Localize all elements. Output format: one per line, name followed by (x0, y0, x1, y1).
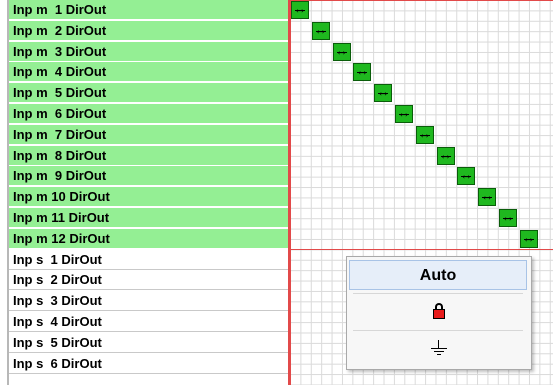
row-label[interactable]: Inp s 1 DirOut (9, 249, 288, 270)
crosspoint-connected[interactable] (519, 229, 538, 248)
row-label[interactable]: Inp s 3 DirOut (9, 291, 288, 312)
row-label[interactable]: Inp m 11 DirOut (9, 208, 288, 228)
row-label[interactable]: Inp s 5 DirOut (9, 332, 288, 353)
row-label[interactable]: Inp s 6 DirOut (9, 353, 288, 374)
ground-icon (429, 340, 449, 358)
popup-item-auto[interactable]: Auto (349, 260, 527, 290)
crosspoint-connected[interactable] (499, 208, 517, 227)
crosspoint-connected[interactable] (291, 0, 309, 19)
popup-item-lock[interactable] (349, 297, 527, 327)
crosspoint-connected[interactable] (353, 62, 372, 82)
row-label[interactable]: Inp m 3 DirOut (9, 41, 288, 62)
crosspoint-connected[interactable] (332, 42, 351, 61)
row-label[interactable]: Inp m 5 DirOut (9, 83, 288, 104)
row-label[interactable]: Inp m 2 DirOut (9, 20, 288, 41)
popup-item-auto-label: Auto (419, 267, 457, 284)
popup-separator (353, 293, 523, 294)
crosspoint-connected[interactable] (395, 104, 413, 123)
popup-separator (353, 330, 523, 331)
row-label[interactable]: Inp s 2 DirOut (9, 270, 288, 291)
lock-icon (433, 303, 445, 319)
row-label[interactable]: Inp m 6 DirOut (9, 104, 288, 124)
block-divider-vertical (290, 0, 291, 385)
block-divider-horizontal (290, 248, 553, 250)
crosspoint-connected[interactable] (374, 83, 393, 103)
crosspoint-mode-popup: Auto (346, 256, 532, 370)
row-label[interactable]: Inp m 12 DirOut (9, 228, 288, 249)
crosspoint-connected[interactable] (436, 146, 455, 165)
row-label[interactable]: Inp m 4 DirOut (9, 62, 288, 83)
row-label-column: Inp m 1 DirOut Inp m 2 DirOut Inp m 3 DirO… (0, 0, 290, 385)
row-label[interactable]: Inp m 10 DirOut (9, 187, 288, 208)
crosspoint-connected[interactable] (457, 166, 476, 186)
crosspoint-connected[interactable] (311, 21, 330, 40)
crosspoint-connected[interactable] (415, 125, 434, 144)
crosspoint-connected[interactable] (478, 187, 497, 207)
row-label[interactable]: Inp m 7 DirOut (9, 124, 288, 145)
row-label[interactable]: Inp m 9 DirOut (9, 166, 288, 187)
row-label[interactable]: Inp m 8 DirOut (9, 145, 288, 166)
block-divider-top (290, 0, 553, 1)
row-label[interactable]: Inp s 4 DirOut (9, 312, 288, 332)
popup-item-ground[interactable] (349, 333, 527, 363)
row-label[interactable]: Inp m 1 DirOut (9, 0, 288, 20)
row-header-edge (0, 0, 9, 385)
